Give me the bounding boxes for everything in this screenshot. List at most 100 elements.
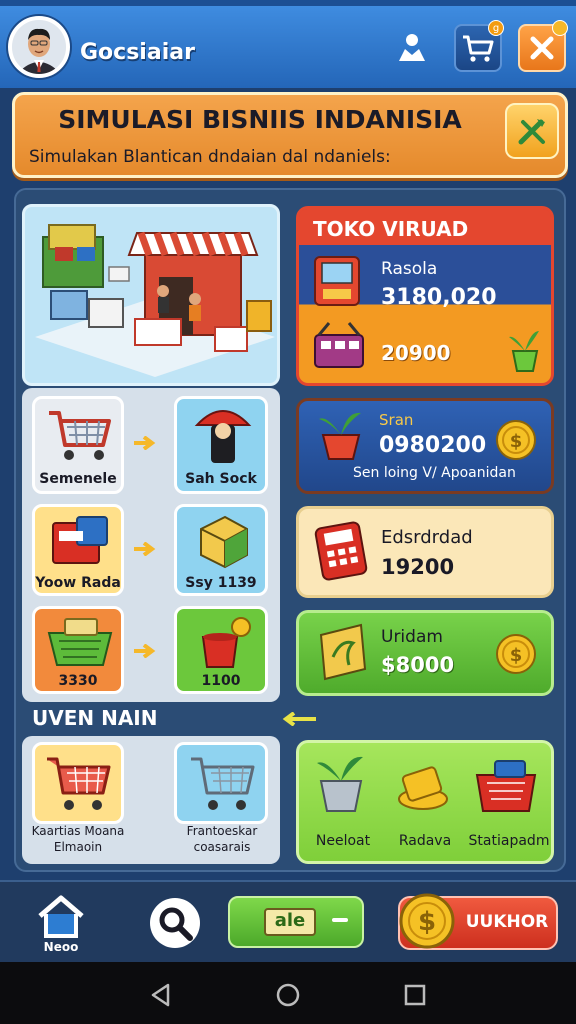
shop-cart-button[interactable]: g — [454, 20, 504, 72]
lower-panel: Kaartias Moana Elmaoin Frantoeskar coasa… — [22, 736, 280, 864]
close-icon — [530, 36, 554, 60]
home-icon — [38, 895, 84, 938]
system-nav-bar — [0, 962, 576, 1024]
cart-icon — [463, 35, 494, 62]
box-icon — [200, 515, 248, 569]
flow-tile-4-label: Ssy 1139 — [185, 575, 257, 591]
plant-icon — [509, 331, 539, 372]
stock-value: 0980200 — [379, 433, 487, 458]
green-button-label: ale — [264, 908, 316, 936]
home-button[interactable]: Neoo — [34, 894, 88, 958]
basket-icon — [314, 322, 364, 368]
toko-value-1: 3180,020 — [381, 285, 497, 310]
tools-button[interactable] — [505, 103, 559, 159]
shop-items-panel: Neeloat Radava Statiapadm — [296, 740, 554, 864]
arrow-left-icon — [282, 712, 316, 726]
money-card[interactable]: Uridam $8000 $ — [296, 610, 554, 696]
money-value: $8000 — [381, 653, 455, 677]
gold-coin-icon: $ — [496, 420, 536, 460]
avatar-portrait-icon — [12, 20, 66, 74]
plant-pot-icon — [317, 756, 363, 812]
person-icon — [399, 34, 425, 61]
toko-label: Rasola — [381, 259, 438, 279]
lower-tile-1-line2: Elmaoin — [53, 840, 103, 854]
stock-caption: Sen loing V/ Apoanidan — [353, 465, 516, 481]
arrow-right-icon — [134, 436, 156, 450]
gold-coin-icon: $ — [496, 634, 536, 674]
recents-icon[interactable] — [402, 982, 428, 1008]
plant-pot-icon — [319, 412, 361, 460]
store-illustration-icon — [35, 224, 275, 377]
green-action-button[interactable]: ale — [228, 896, 364, 948]
flow-tile-3[interactable]: Yoow Rada — [32, 504, 124, 596]
shop-item-2-label[interactable]: Radava — [385, 833, 465, 849]
tools-icon — [518, 119, 545, 145]
main-panel: TOKO VIRUAD Rasola 3180,020 20900 Semene… — [14, 188, 566, 872]
arrow-right-icon — [134, 542, 156, 556]
search-icon — [159, 907, 193, 941]
cash-bill-icon — [319, 623, 367, 681]
gold-coin-icon: $ — [399, 893, 455, 949]
cash-register-icon — [314, 256, 360, 306]
banner-title: SIMULASI BISNIIS INDANISIA — [58, 105, 462, 134]
green-basket-icon — [47, 618, 113, 666]
flow-tile-6-label: 1100 — [201, 673, 241, 689]
calculator-card[interactable]: Edsrdrdad 19200 — [296, 506, 554, 598]
svg-text:$: $ — [510, 645, 523, 666]
user-name: Gocsiaiar — [80, 40, 195, 65]
flow-tile-5[interactable]: 3330 — [32, 606, 124, 694]
stock-card[interactable]: Sran 0980200 Sen loing V/ Apoanidan $ — [296, 398, 554, 494]
calculator-value: 19200 — [381, 555, 455, 579]
shop-scene[interactable] — [22, 204, 280, 386]
flow-tile-2-label: Sah Sock — [185, 471, 257, 487]
red-cart-icon — [47, 757, 111, 810]
flow-tile-5-label: 3330 — [58, 673, 98, 689]
toko-title: TOKO VIRUAD — [313, 217, 469, 241]
arrow-right-icon — [134, 644, 156, 658]
lower-tile-1-line1: Kaartias Moana — [31, 824, 125, 838]
lower-tile-2-line1: Frantoeskar — [186, 824, 258, 838]
calculator-icon — [314, 521, 368, 581]
shop-item-3-label[interactable]: Statiapadm — [463, 833, 555, 849]
lower-tile-2-line2: coasarais — [193, 840, 251, 854]
flow-tile-6[interactable]: 1100 — [174, 606, 268, 694]
flow-tile-3-label: Yoow Rada — [35, 575, 121, 591]
home-circle-icon[interactable] — [275, 982, 301, 1008]
red-basket-icon — [475, 760, 537, 812]
calculator-label: Edsrdrdad — [381, 527, 473, 548]
flow-panel: Semenele Sah Sock Yoow Rada Ssy 1139 333… — [22, 388, 280, 702]
title-banner: SIMULASI BISNIIS INDANISIA Simulakan Bla… — [12, 92, 568, 178]
flow-tile-1-label: Semenele — [39, 471, 117, 487]
lower-tile-2[interactable] — [174, 742, 268, 824]
close-button[interactable] — [518, 20, 568, 72]
register-box-icon — [52, 516, 108, 564]
flow-tile-2[interactable]: Sah Sock — [174, 396, 268, 494]
section-title: UVEN NAIN — [32, 706, 158, 730]
top-bar: Gocsiaiar g — [0, 0, 576, 88]
coin-stack-icon — [398, 766, 448, 810]
flow-tile-1[interactable]: Semenele — [32, 396, 124, 494]
banner-subtitle: Simulakan Blantican dndaian dal ndaniels… — [29, 147, 391, 167]
home-label: Neoo — [43, 940, 79, 954]
toko-value-2: 20900 — [381, 341, 451, 365]
flow-tile-4[interactable]: Ssy 1139 — [174, 504, 268, 596]
bottom-bar: Neoo ale UUKHOR $ — [0, 880, 576, 962]
profile-button[interactable] — [388, 24, 436, 72]
umbrella-character-icon — [194, 410, 252, 463]
cart-badge: g — [488, 20, 504, 36]
back-icon[interactable] — [148, 982, 174, 1008]
shop-item-1-label[interactable]: Neeloat — [303, 833, 383, 849]
dash-icon — [332, 918, 348, 922]
lower-tile-1[interactable] — [32, 742, 124, 824]
red-button-label: UUKHOR — [465, 912, 549, 932]
svg-text:$: $ — [510, 431, 523, 452]
search-button[interactable] — [150, 898, 200, 948]
money-label: Uridam — [381, 627, 443, 647]
svg-text:$: $ — [418, 907, 436, 937]
toko-card[interactable]: TOKO VIRUAD Rasola 3180,020 20900 — [296, 206, 554, 386]
avatar[interactable] — [8, 16, 70, 78]
shopping-cart-icon — [49, 411, 111, 460]
close-badge — [552, 20, 568, 36]
stock-label: Sran — [379, 411, 414, 429]
grey-cart-icon — [191, 757, 255, 810]
